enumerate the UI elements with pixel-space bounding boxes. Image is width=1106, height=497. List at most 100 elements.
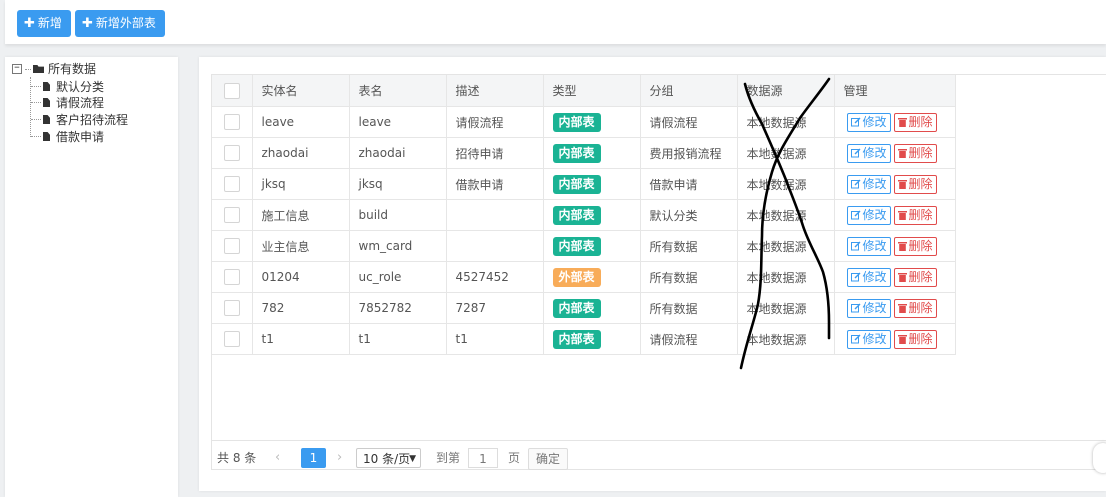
row-checkbox[interactable]	[223, 300, 240, 316]
cell-datasource: 本地数据源	[736, 230, 835, 262]
row-checkbox[interactable]	[223, 207, 240, 223]
table-row[interactable]: leave leave 请假流程 内部表 请假流程 本地数据源 修改 删除	[212, 106, 956, 138]
delete-button[interactable]: 删除	[893, 205, 937, 225]
entity-table: 实体名 表名 描述 类型 分组 数据源 管理 leave leave 请假流程 内部表…	[212, 75, 956, 355]
edit-button[interactable]: 修改	[846, 267, 891, 287]
row-checkbox[interactable]	[223, 238, 240, 254]
row-select-cell[interactable]	[212, 168, 253, 200]
cell-table: zhaodai	[348, 137, 447, 169]
table-row[interactable]: zhaodai zhaodai 招待申请 内部表 费用报销流程 本地数据源 修改 删除	[212, 137, 956, 169]
edit-button[interactable]: 修改	[846, 236, 891, 256]
edit-button[interactable]: 修改	[846, 205, 891, 225]
column-header-table[interactable]: 表名	[348, 75, 447, 107]
goto-page-input[interactable]: 1	[468, 448, 498, 468]
cell-datasource: 本地数据源	[736, 323, 835, 355]
column-header-description[interactable]: 描述	[445, 75, 544, 107]
tree-connector	[31, 86, 41, 87]
file-icon	[43, 82, 50, 91]
tree-item-leave[interactable]: 请假流程	[31, 94, 104, 111]
row-select-cell[interactable]	[212, 292, 253, 324]
type-badge: 内部表	[552, 174, 601, 194]
cell-actions: 修改 删除	[833, 292, 956, 324]
row-checkbox[interactable]	[223, 269, 240, 285]
table-row[interactable]: jksq jksq 借款申请 内部表 借款申请 本地数据源 修改 删除	[212, 168, 956, 200]
cell-datasource: 本地数据源	[736, 137, 835, 169]
select-all-checkbox[interactable]	[223, 82, 240, 99]
row-checkbox[interactable]	[223, 145, 240, 161]
edit-button[interactable]: 修改	[846, 143, 891, 163]
delete-button[interactable]: 删除	[893, 267, 937, 287]
tree-item-reception[interactable]: 客户招待流程	[31, 111, 128, 128]
floating-scroll-knob[interactable]	[1093, 443, 1106, 473]
trash-icon	[897, 334, 907, 344]
cell-table: t1	[348, 323, 447, 355]
trash-icon	[897, 241, 907, 251]
page-1-button[interactable]: 1	[301, 448, 326, 468]
row-select-cell[interactable]	[212, 323, 253, 355]
page-size-select[interactable]: 10 条/页 ▼	[356, 448, 421, 468]
tree-connector	[31, 136, 41, 137]
row-select-cell[interactable]	[212, 261, 253, 293]
page-unit-label: 页	[508, 451, 521, 465]
add-button[interactable]: ✚ 新增	[17, 10, 71, 37]
tree-item-loan[interactable]: 借款申请	[31, 128, 104, 145]
cell-description: 7287	[445, 292, 544, 324]
table-row[interactable]: 782 7852782 7287 内部表 所有数据 本地数据源 修改 删除	[212, 292, 956, 324]
prev-page-icon[interactable]: ‹	[275, 448, 280, 468]
goto-confirm-button[interactable]: 确定	[528, 448, 569, 470]
type-badge: 内部表	[552, 143, 601, 163]
table-row[interactable]: t1 t1 t1 内部表 请假流程 本地数据源 修改 删除	[212, 323, 956, 355]
edit-label: 修改	[862, 176, 887, 191]
cell-datasource: 本地数据源	[736, 199, 835, 231]
column-header-type[interactable]: 类型	[542, 75, 641, 107]
row-checkbox[interactable]	[223, 114, 240, 130]
column-header-entity[interactable]: 实体名	[251, 75, 350, 107]
delete-button[interactable]: 删除	[893, 174, 937, 194]
tree-item-label: 默认分类	[56, 79, 105, 94]
cell-type: 内部表	[542, 292, 641, 324]
cell-table: build	[348, 199, 447, 231]
delete-button[interactable]: 删除	[893, 298, 937, 318]
next-page-icon[interactable]: ›	[337, 448, 342, 468]
trash-icon	[897, 272, 907, 282]
cell-entity: leave	[251, 106, 350, 138]
collapse-toggle-icon[interactable]: −	[12, 64, 22, 74]
row-checkbox[interactable]	[223, 176, 240, 192]
tree-item-default[interactable]: 默认分类	[31, 78, 104, 95]
table-row[interactable]: 01204 uc_role 4527452 外部表 所有数据 本地数据源 修改 删除	[212, 261, 956, 293]
select-all-cell[interactable]	[212, 75, 253, 107]
tree-root-node[interactable]: − 所有数据	[12, 62, 96, 76]
delete-button[interactable]: 删除	[893, 329, 937, 349]
cell-group: 请假流程	[639, 323, 738, 355]
row-select-cell[interactable]	[212, 106, 253, 138]
delete-button[interactable]: 删除	[893, 236, 937, 256]
edit-button[interactable]: 修改	[846, 329, 891, 349]
column-header-group[interactable]: 分组	[639, 75, 738, 107]
row-select-cell[interactable]	[212, 199, 253, 231]
cell-type: 内部表	[542, 230, 641, 262]
type-badge: 内部表	[552, 236, 601, 256]
column-header-datasource[interactable]: 数据源	[736, 75, 835, 107]
toolbar: ✚ 新增 ✚ 新增外部表	[5, 0, 1106, 44]
table-row[interactable]: 业主信息 wm_card 内部表 所有数据 本地数据源 修改 删除	[212, 230, 956, 262]
cell-datasource: 本地数据源	[736, 106, 835, 138]
row-select-cell[interactable]	[212, 230, 253, 262]
edit-button[interactable]: 修改	[846, 298, 891, 318]
tree-connector	[31, 119, 41, 120]
row-select-cell[interactable]	[212, 137, 253, 169]
edit-label: 修改	[862, 145, 887, 160]
delete-label: 删除	[908, 176, 933, 191]
edit-icon	[850, 334, 860, 343]
tree-item-label: 客户招待流程	[56, 112, 129, 127]
row-checkbox[interactable]	[223, 331, 240, 347]
trash-icon	[897, 117, 907, 127]
cell-entity: 782	[251, 292, 350, 324]
edit-icon	[850, 210, 860, 219]
edit-button[interactable]: 修改	[846, 174, 891, 194]
cell-actions: 修改 删除	[833, 323, 956, 355]
add-external-table-button[interactable]: ✚ 新增外部表	[75, 10, 165, 37]
table-row[interactable]: 施工信息 build 内部表 默认分类 本地数据源 修改 删除	[212, 199, 956, 231]
delete-button[interactable]: 删除	[893, 143, 937, 163]
edit-button[interactable]: 修改	[846, 112, 891, 132]
delete-button[interactable]: 删除	[893, 112, 937, 132]
